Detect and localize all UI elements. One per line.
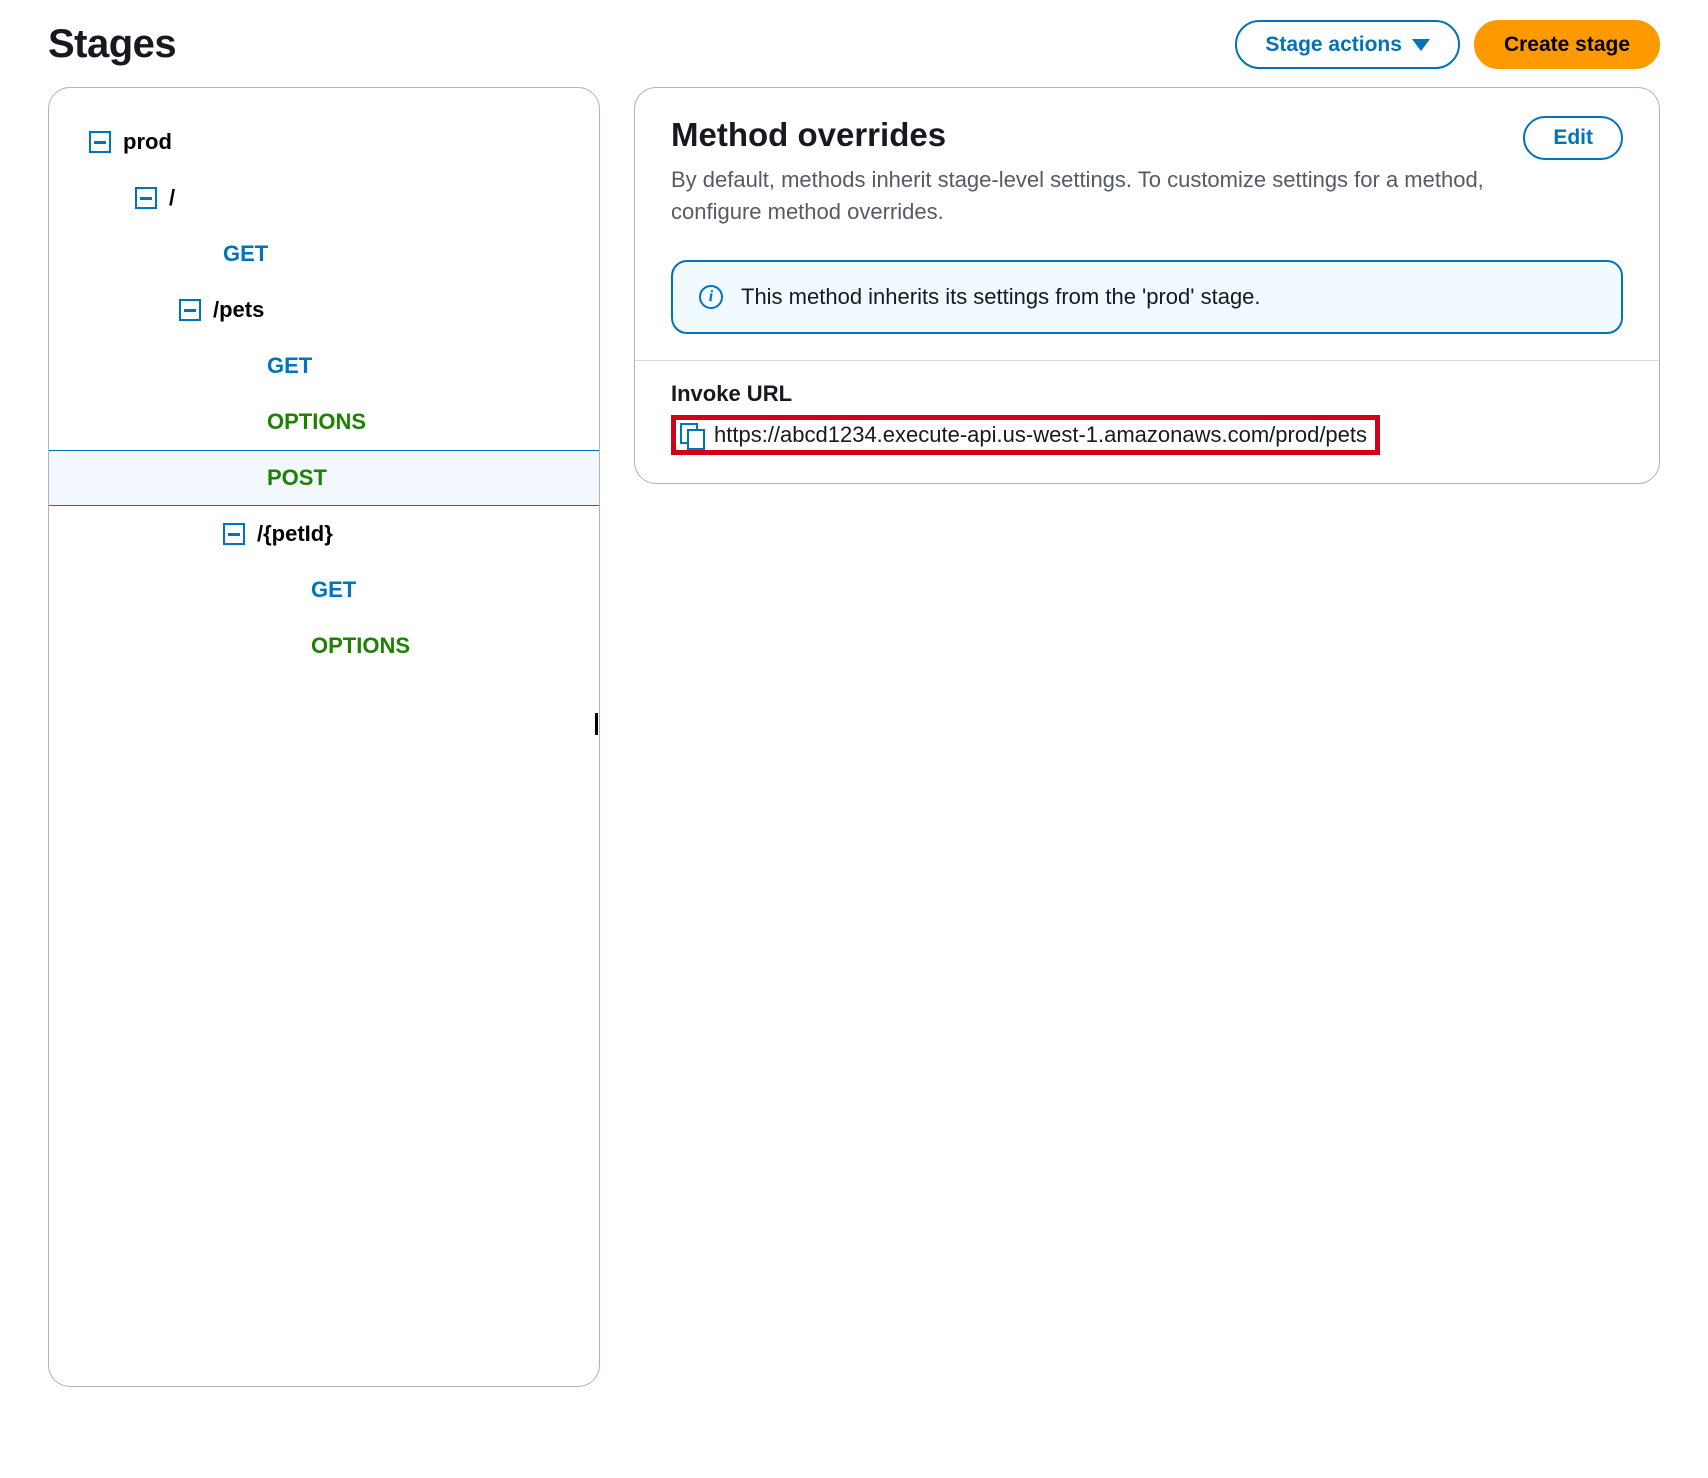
caret-down-icon bbox=[1412, 39, 1430, 51]
method-detail-panel: Method overrides By default, methods inh… bbox=[634, 87, 1660, 484]
tree-label: /{petId} bbox=[257, 521, 333, 547]
tree-label: GET bbox=[311, 577, 356, 603]
tree-method-pets-options[interactable]: OPTIONS bbox=[49, 394, 599, 450]
collapse-icon[interactable] bbox=[89, 131, 111, 153]
tree-label: OPTIONS bbox=[311, 633, 410, 659]
tree-label: GET bbox=[223, 241, 268, 267]
tree-path-pets[interactable]: /pets bbox=[49, 282, 599, 338]
copy-icon[interactable] bbox=[680, 423, 704, 447]
tree-label: prod bbox=[123, 129, 172, 155]
tree-method-root-get[interactable]: GET bbox=[49, 226, 599, 282]
collapse-icon[interactable] bbox=[135, 187, 157, 209]
tree-method-pets-get[interactable]: GET bbox=[49, 338, 599, 394]
panel-resize-handle[interactable] bbox=[595, 711, 600, 737]
tree-method-petid-options[interactable]: OPTIONS bbox=[49, 618, 599, 674]
page-title: Stages bbox=[48, 22, 176, 67]
invoke-url-label: Invoke URL bbox=[671, 381, 1623, 407]
tree-label: GET bbox=[267, 353, 312, 379]
edit-button[interactable]: Edit bbox=[1523, 116, 1623, 160]
collapse-icon[interactable] bbox=[179, 299, 201, 321]
tree-path-root[interactable]: / bbox=[49, 170, 599, 226]
create-stage-button[interactable]: Create stage bbox=[1474, 20, 1660, 69]
info-banner: i This method inherits its settings from… bbox=[671, 260, 1623, 334]
resource-tree-panel: prod / GET /pets GET OPTIONS POST /{petI… bbox=[48, 87, 600, 1387]
invoke-url-value[interactable]: https://abcd1234.execute-api.us-west-1.a… bbox=[714, 422, 1367, 448]
tree-label: /pets bbox=[213, 297, 264, 323]
tree-method-pets-post[interactable]: POST bbox=[49, 450, 599, 506]
stage-actions-button[interactable]: Stage actions bbox=[1235, 20, 1460, 69]
tree-stage-prod[interactable]: prod bbox=[49, 114, 599, 170]
info-message: This method inherits its settings from t… bbox=[741, 284, 1261, 310]
collapse-icon[interactable] bbox=[223, 523, 245, 545]
tree-path-petid[interactable]: /{petId} bbox=[49, 506, 599, 562]
stage-actions-label: Stage actions bbox=[1265, 32, 1402, 57]
tree-label: / bbox=[169, 185, 175, 211]
invoke-url-row: https://abcd1234.execute-api.us-west-1.a… bbox=[671, 415, 1380, 455]
tree-label: POST bbox=[267, 465, 327, 491]
tree-method-petid-get[interactable]: GET bbox=[49, 562, 599, 618]
tree-label: OPTIONS bbox=[267, 409, 366, 435]
info-icon: i bbox=[699, 285, 723, 309]
detail-title: Method overrides bbox=[671, 116, 1491, 154]
detail-description: By default, methods inherit stage-level … bbox=[671, 164, 1491, 228]
